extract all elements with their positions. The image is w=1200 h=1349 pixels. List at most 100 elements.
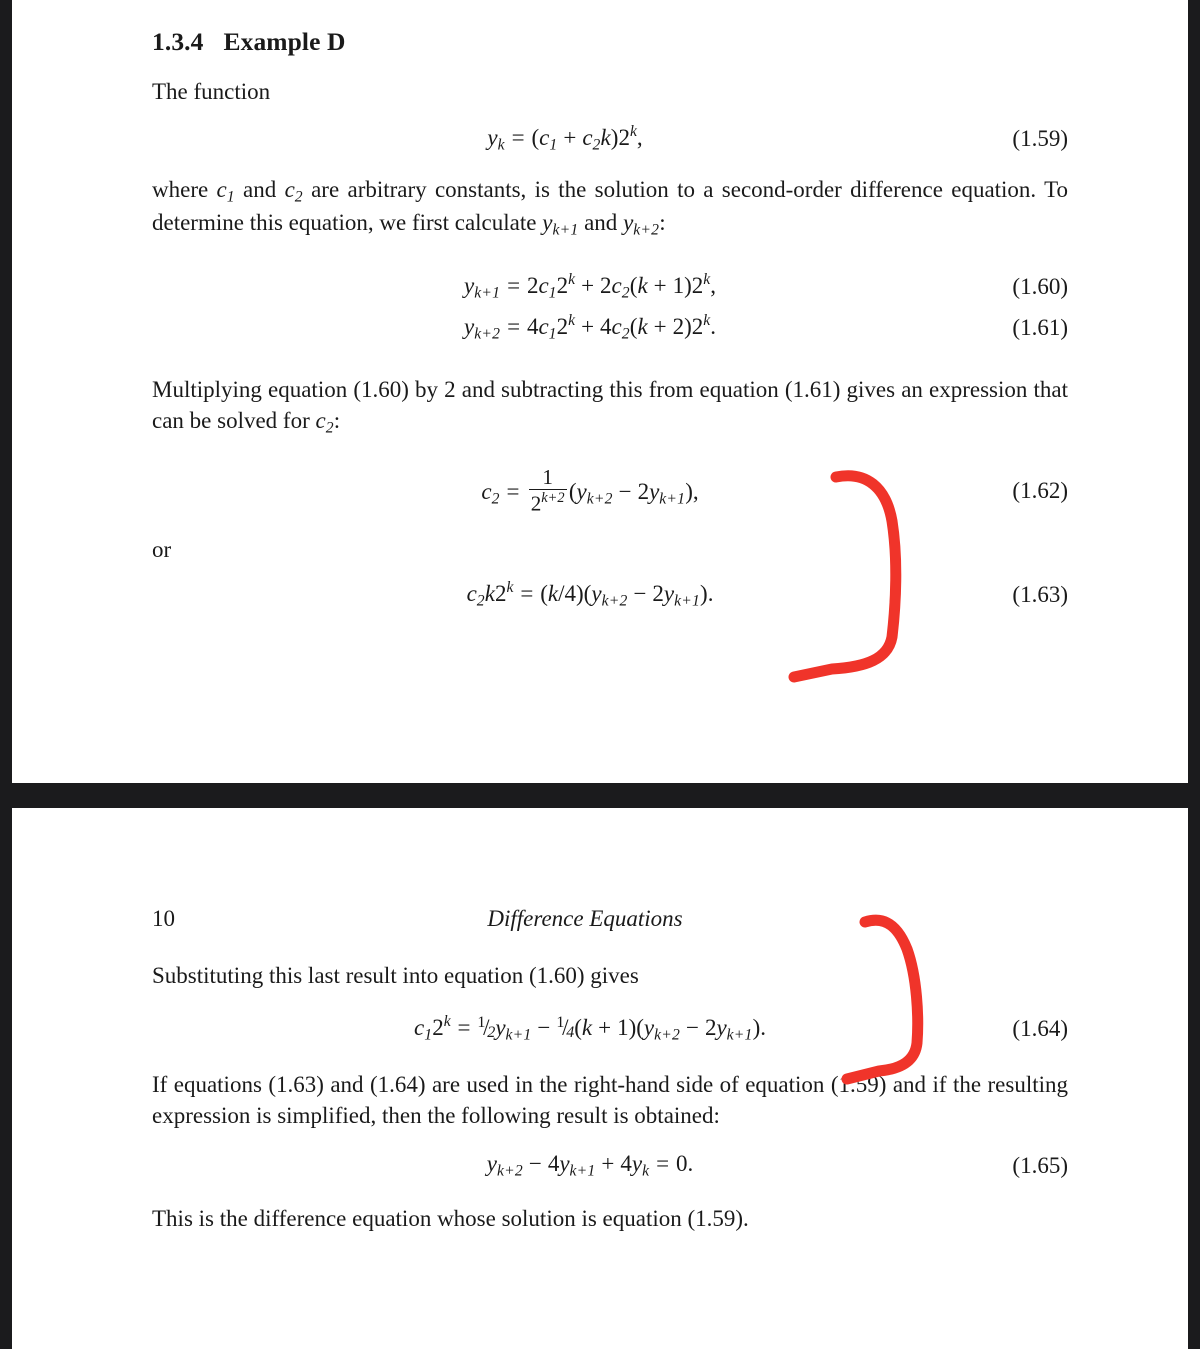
math-token: 2 xyxy=(495,581,507,607)
math-token: . xyxy=(707,581,714,607)
math-token: c xyxy=(539,125,550,151)
math-token: = xyxy=(520,581,534,607)
math-token: k xyxy=(568,270,576,288)
equation-1-61-body: yk+2 = 4c12k +4c2(k +2)2k. xyxy=(152,312,1068,343)
fraction: 1 2k+2 xyxy=(528,466,567,516)
running-head-title: Difference Equations xyxy=(487,906,683,931)
math-token: , xyxy=(710,273,716,299)
math-token: y xyxy=(716,1015,727,1041)
math-token: y xyxy=(591,581,602,607)
math-token: 2 xyxy=(637,478,650,504)
math-token: y xyxy=(559,1151,570,1177)
math-token: k xyxy=(506,579,514,597)
math-token: c xyxy=(611,273,622,299)
text-run: : xyxy=(333,408,341,434)
math-token: y xyxy=(486,1151,497,1177)
math-token: k+1 xyxy=(674,592,701,610)
math-token: ) xyxy=(700,581,708,607)
math-token: 2 xyxy=(672,314,685,340)
math-token: k xyxy=(581,1015,593,1041)
math-token: 1 xyxy=(548,325,557,343)
math-token: , xyxy=(636,125,643,151)
math-token: = xyxy=(511,125,525,151)
math-token: c xyxy=(216,176,227,202)
math-token: 2 xyxy=(530,491,542,516)
math-token: . xyxy=(687,1151,694,1177)
math-token: − xyxy=(686,1015,699,1041)
lead-in-paragraph: Substituting this last result into equat… xyxy=(152,963,639,988)
math-token: k+1 xyxy=(552,221,579,239)
math-token: ) xyxy=(684,273,692,299)
math-token: + xyxy=(653,314,667,340)
document-page-top: 1.3.4 Example D The function yk = (c1 + c2k)2… xyxy=(12,0,1188,783)
math-token: k+1 xyxy=(659,490,686,508)
math-token: − xyxy=(618,478,632,504)
math-token: 2 xyxy=(652,581,664,607)
math-token: 2 xyxy=(294,188,303,206)
text-run: : xyxy=(659,210,666,236)
screenshot-viewport: 1.3.4 Example D The function yk = (c1 + c2k)2… xyxy=(0,0,1200,1349)
math-token: c xyxy=(284,176,295,202)
section-heading: 1.3.4 Example D xyxy=(152,27,1068,57)
math-token: = xyxy=(457,1015,471,1041)
text-run: and xyxy=(234,176,285,202)
math-token: , xyxy=(692,478,699,504)
math-token: − xyxy=(633,581,647,607)
math-token: k xyxy=(637,273,648,299)
math-token: k+2 xyxy=(496,1162,523,1180)
equation-1-59: yk = (c1 + c2k)2k, (1.59) xyxy=(152,123,1068,154)
math-token: y xyxy=(495,1015,506,1041)
math-token: . xyxy=(710,314,716,340)
math-token: 2 xyxy=(621,284,630,302)
math-token: c xyxy=(481,478,492,504)
math-token: y xyxy=(623,210,634,236)
math-token: 2 xyxy=(556,273,569,299)
section-number: 1.3.4 xyxy=(152,27,204,56)
math-token: y xyxy=(663,581,675,607)
paragraph-where-constants: where c1 and c2 are arbitrary constants,… xyxy=(152,174,1068,241)
math-token: k xyxy=(629,123,637,141)
math-token: . xyxy=(760,1015,766,1041)
equation-number: (1.65) xyxy=(1012,1153,1068,1179)
text-run: Multiplying equation (1.60) by 2 and sub… xyxy=(152,376,1068,434)
math-token: = xyxy=(506,478,520,504)
math-token: + xyxy=(563,125,577,151)
math-token: c xyxy=(413,1015,425,1041)
math-token: k+2 xyxy=(633,221,660,239)
math-token: 1 xyxy=(548,284,557,302)
math-token: y xyxy=(542,210,553,236)
math-token: 1 xyxy=(549,136,558,154)
math-token: = xyxy=(507,273,521,299)
math-token: 2 xyxy=(526,273,539,299)
math-token: y xyxy=(649,478,660,504)
math-token: k xyxy=(642,1162,650,1180)
math-token: 2 xyxy=(618,125,630,151)
math-token: k+1 xyxy=(569,1162,596,1180)
math-token: ( xyxy=(540,581,548,607)
math-token: c xyxy=(538,314,549,340)
equation-number: (1.62) xyxy=(1012,478,1068,504)
math-token: k+1 xyxy=(505,1026,532,1044)
math-token: y xyxy=(487,125,498,151)
math-token: 2 xyxy=(691,314,704,340)
equation-1-65: yk+2−4yk+1 +4yk = 0. (1.65) xyxy=(152,1151,1068,1181)
math-token: 2 xyxy=(621,325,630,343)
equation-1-60-body: yk+1 = 2c12k +2c2(k +1)2k, xyxy=(152,271,1068,302)
math-token: k+2 xyxy=(654,1026,681,1044)
math-token: k xyxy=(484,581,496,607)
math-token: 4 xyxy=(620,1151,632,1177)
intro-paragraph: The function xyxy=(152,79,271,104)
closing-paragraph: This is the difference equation whose so… xyxy=(152,1206,749,1232)
math-token: 4 xyxy=(600,314,612,340)
math-token: y xyxy=(464,273,475,299)
math-token: y xyxy=(464,314,475,340)
math-token: y xyxy=(576,478,587,504)
math-token: 1 xyxy=(226,188,235,206)
math-token: 4 xyxy=(547,1151,560,1177)
math-token: c xyxy=(538,273,549,299)
math-token: 1 xyxy=(672,273,685,299)
math-token: c xyxy=(466,581,477,607)
or-label: or xyxy=(152,537,172,563)
equation-number: (1.61) xyxy=(1012,315,1068,341)
section-title: Example D xyxy=(223,27,346,56)
